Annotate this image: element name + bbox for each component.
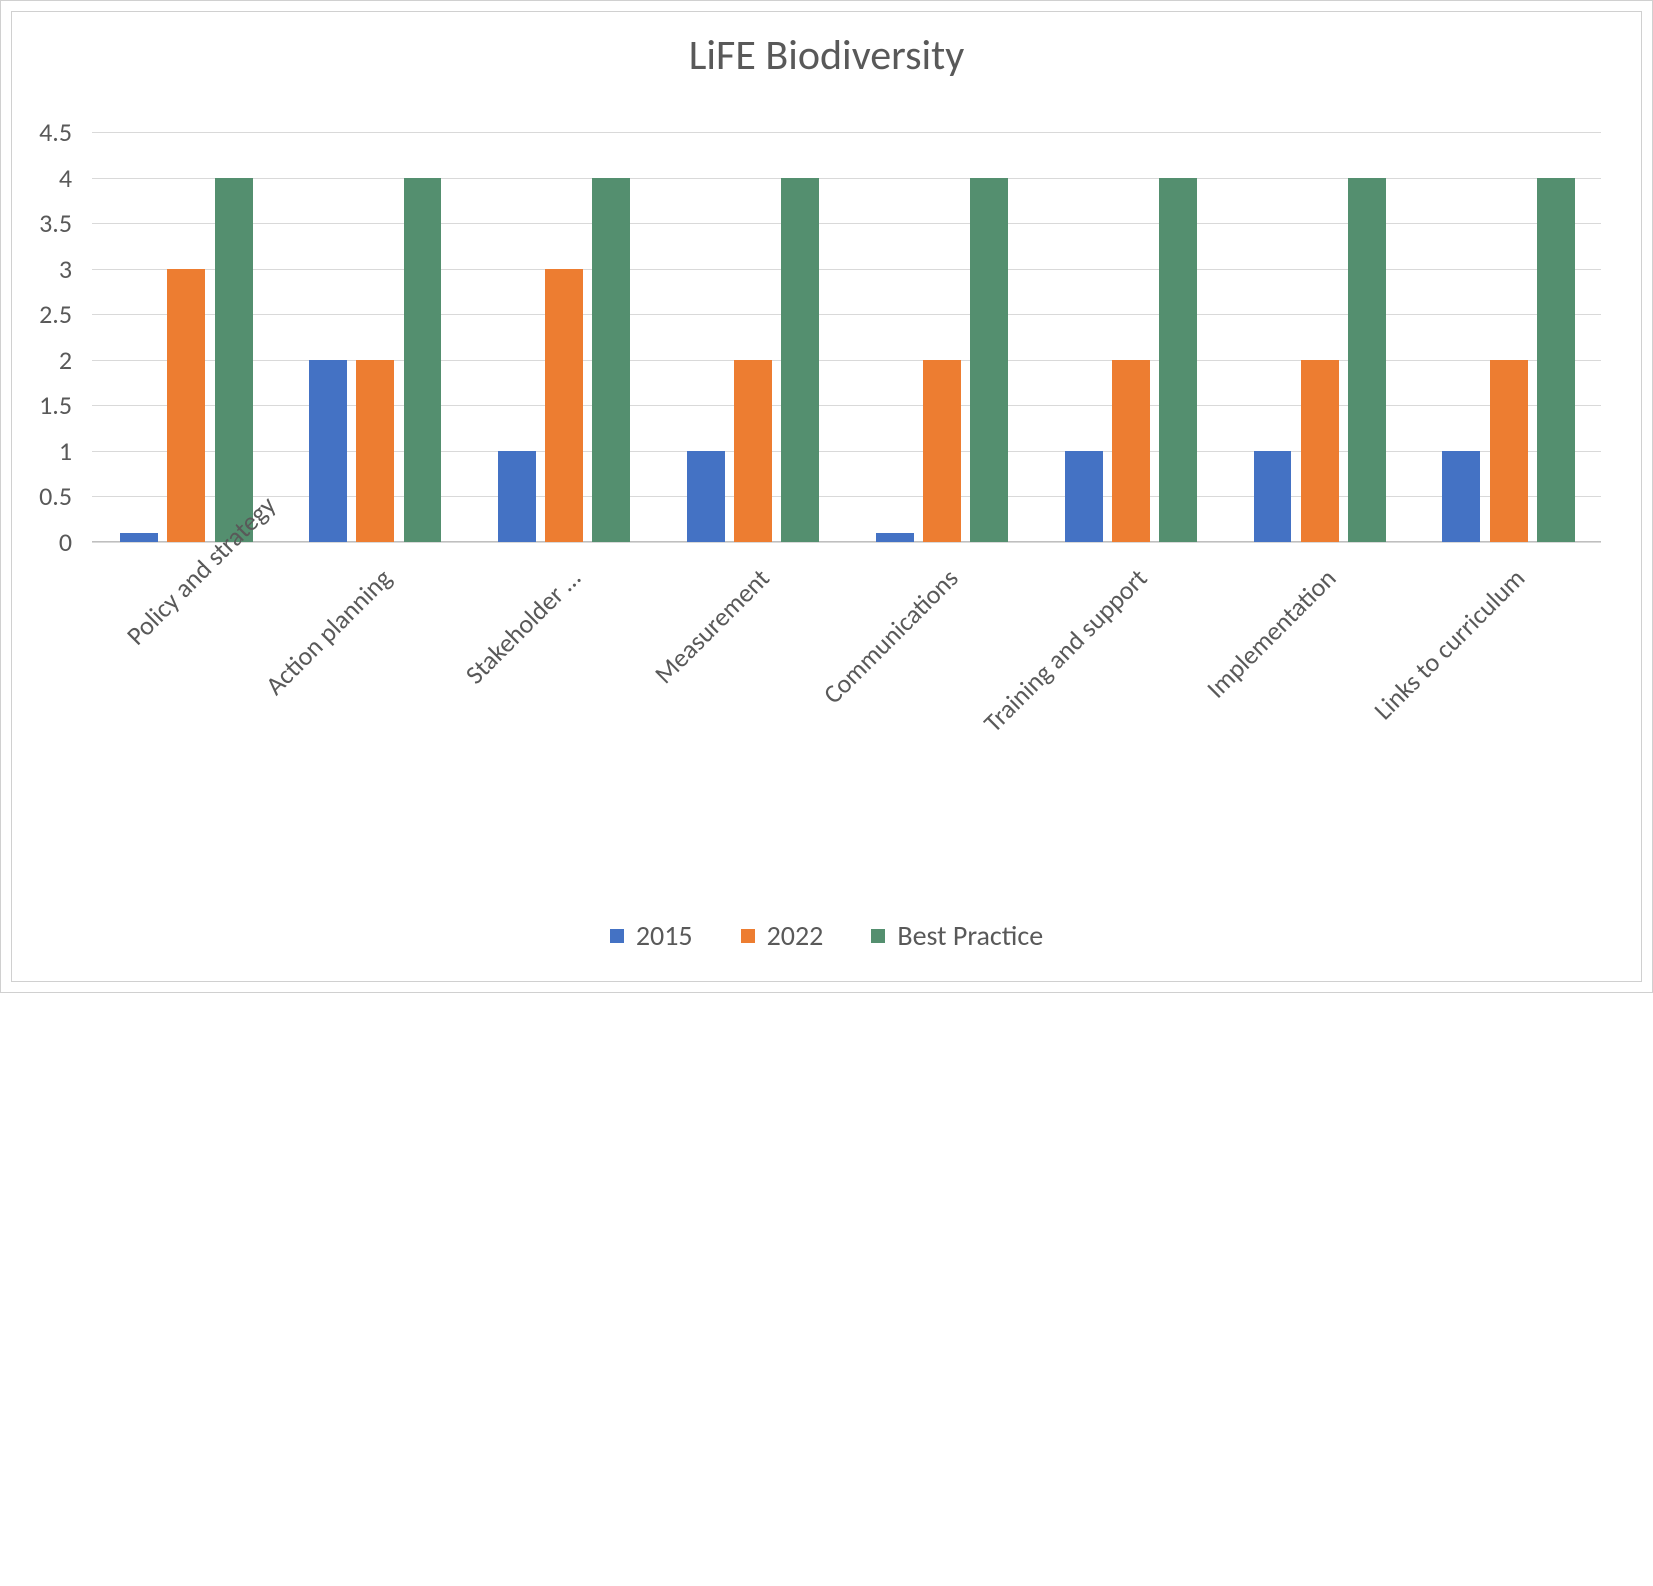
y-tick-label: 2.5 xyxy=(39,298,72,330)
chart-inner: LiFE Biodiversity 0 0.5 1 1.5 2 2.5 3 3.5 4 4.5 P… xyxy=(11,11,1642,982)
chart-container: LiFE Biodiversity 0 0.5 1 1.5 2 2.5 3 3.5 4 4.5 P… xyxy=(0,0,1653,993)
bar xyxy=(734,360,772,542)
y-tick-label: 0.5 xyxy=(39,480,72,512)
legend-swatch xyxy=(871,929,885,943)
bar xyxy=(781,178,819,542)
chart-title: LiFE Biodiversity xyxy=(12,30,1641,81)
bar xyxy=(876,533,914,542)
x-axis-labels: Policy and strategyAction planningStakeh… xyxy=(92,552,1601,832)
y-tick-label: 4 xyxy=(59,162,72,194)
y-tick-label: 1.5 xyxy=(39,389,72,421)
y-tick-label: 2 xyxy=(59,344,72,376)
legend: 2015 2022 Best Practice xyxy=(12,916,1641,954)
gridline xyxy=(92,132,1601,133)
bar xyxy=(592,178,630,542)
bar xyxy=(1065,451,1103,542)
bar xyxy=(687,451,725,542)
bar xyxy=(1159,178,1197,542)
gridline xyxy=(92,542,1601,543)
legend-swatch xyxy=(741,929,755,943)
bar xyxy=(970,178,1008,542)
y-tick-label: 0 xyxy=(59,526,72,558)
legend-swatch xyxy=(610,929,624,943)
bar xyxy=(1254,451,1292,542)
bar xyxy=(404,178,442,542)
y-tick-label: 1 xyxy=(59,435,72,467)
bar xyxy=(1490,360,1528,542)
x-tick-label: Communications xyxy=(341,562,965,1186)
bar xyxy=(498,451,536,542)
x-tick-label: Policy and strategy xyxy=(120,562,209,651)
y-tick-label: 3.5 xyxy=(39,207,72,239)
x-tick-label: Action planning xyxy=(175,562,398,785)
legend-item: 2015 xyxy=(610,918,693,953)
bar xyxy=(215,178,253,542)
y-tick-label: 4.5 xyxy=(39,116,72,148)
bar xyxy=(356,360,394,542)
legend-label: 2022 xyxy=(767,918,824,953)
y-tick-label: 3 xyxy=(59,253,72,285)
bar xyxy=(1112,360,1150,542)
bar xyxy=(309,360,347,542)
legend-label: 2015 xyxy=(636,918,693,953)
bar xyxy=(1348,178,1386,542)
bar xyxy=(120,533,158,542)
y-axis: 00.511.522.533.544.5 xyxy=(12,132,82,542)
bar xyxy=(923,360,961,542)
bar xyxy=(1537,178,1575,542)
bar xyxy=(1301,360,1339,542)
x-tick-label: Implementation xyxy=(452,562,1343,1453)
x-tick-label: Stakeholder … xyxy=(230,562,587,919)
legend-label: Best Practice xyxy=(897,918,1043,953)
legend-item: 2022 xyxy=(741,918,824,953)
bar xyxy=(1442,451,1480,542)
bar xyxy=(545,269,583,542)
bar xyxy=(167,269,205,542)
legend-item: Best Practice xyxy=(871,918,1043,953)
plot-area xyxy=(92,132,1601,542)
